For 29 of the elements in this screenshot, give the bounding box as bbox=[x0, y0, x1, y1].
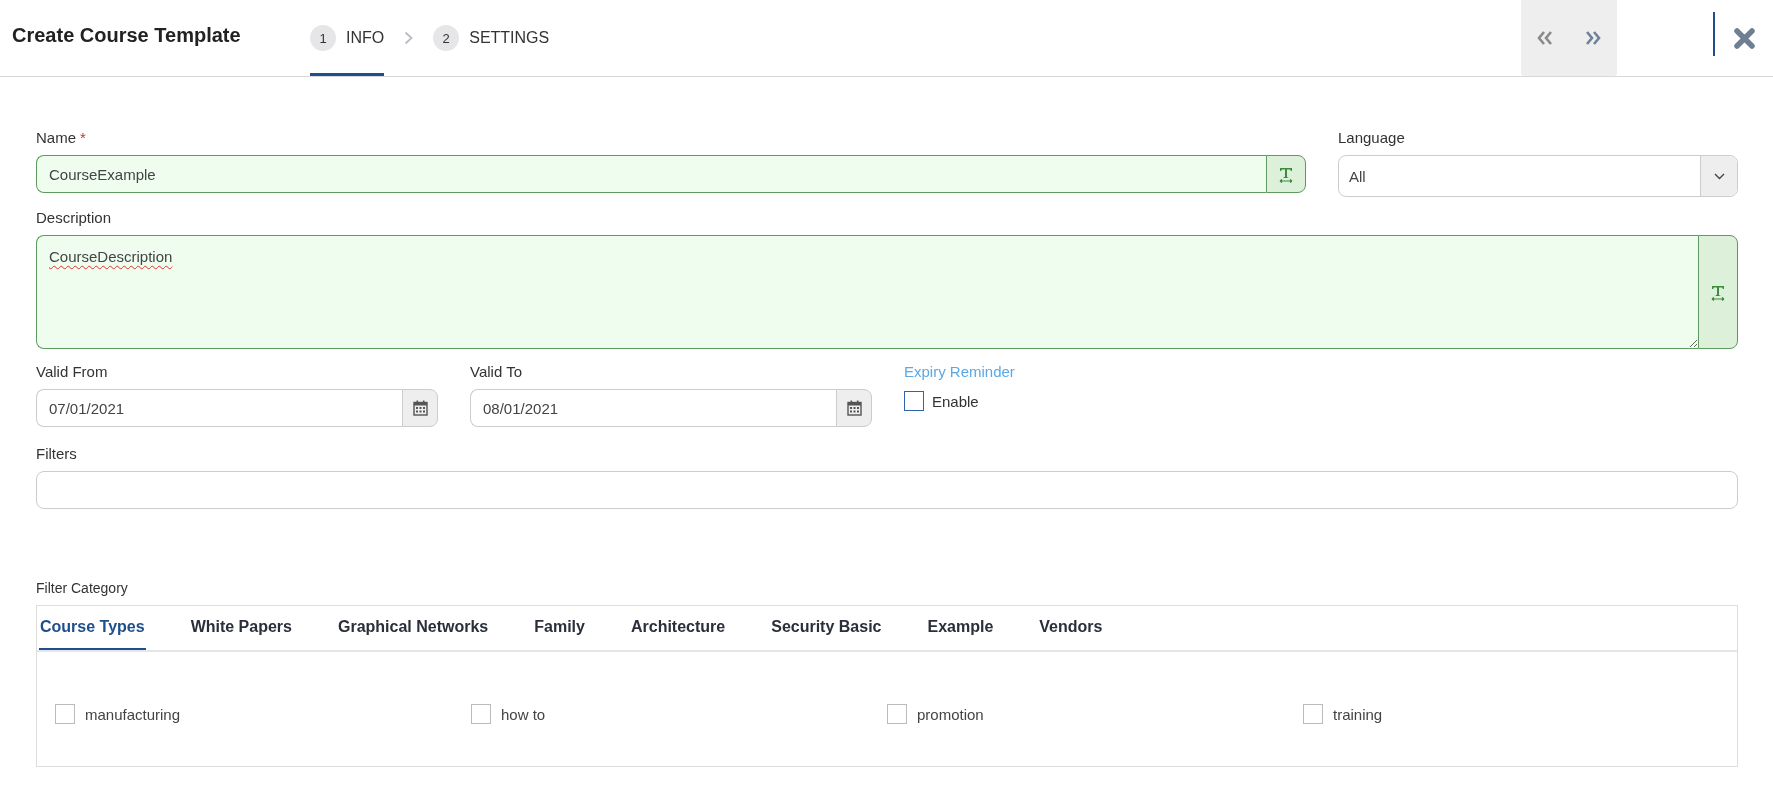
field-label: Description bbox=[36, 209, 113, 227]
option-label: how to bbox=[501, 705, 546, 723]
description-field[interactable]: CourseDescription bbox=[36, 235, 1698, 349]
category-tab[interactable]: Security Basic bbox=[770, 606, 883, 650]
step-tab[interactable]: 1 INFO bbox=[310, 0, 385, 76]
field-label: Valid To bbox=[470, 363, 523, 381]
field-label: Filter Category bbox=[36, 579, 129, 597]
category-tab[interactable]: Vendors bbox=[1038, 606, 1104, 650]
category-tab[interactable]: Family bbox=[533, 606, 586, 650]
language-select[interactable]: All bbox=[1338, 155, 1738, 197]
date-field[interactable]: 07/01/2021 bbox=[36, 389, 402, 427]
field-label: Language bbox=[1338, 129, 1406, 147]
option-label: manufacturing bbox=[85, 705, 181, 723]
category-tab[interactable]: Architecture bbox=[629, 606, 727, 650]
category-tab[interactable]: Example bbox=[926, 606, 995, 650]
option-label: promotion bbox=[917, 705, 984, 723]
field-label: Filters bbox=[36, 445, 78, 463]
field-label: Name bbox=[36, 129, 76, 146]
option-label: training bbox=[1333, 705, 1383, 723]
step-tab[interactable]: 2 SETTINGS bbox=[433, 0, 550, 76]
page-title: Create Course Template bbox=[11, 23, 242, 47]
required-asterisk: * bbox=[80, 129, 86, 146]
name-field[interactable]: CourseExample bbox=[36, 155, 1266, 193]
category-tab[interactable]: Graphical Networks bbox=[337, 606, 490, 650]
category-tab[interactable]: Course Types bbox=[39, 606, 146, 650]
category-tab[interactable]: White Papers bbox=[189, 606, 293, 650]
date-field[interactable]: 08/01/2021 bbox=[470, 389, 836, 427]
option-label: Enable bbox=[932, 392, 979, 410]
field-label: Valid From bbox=[36, 363, 109, 381]
